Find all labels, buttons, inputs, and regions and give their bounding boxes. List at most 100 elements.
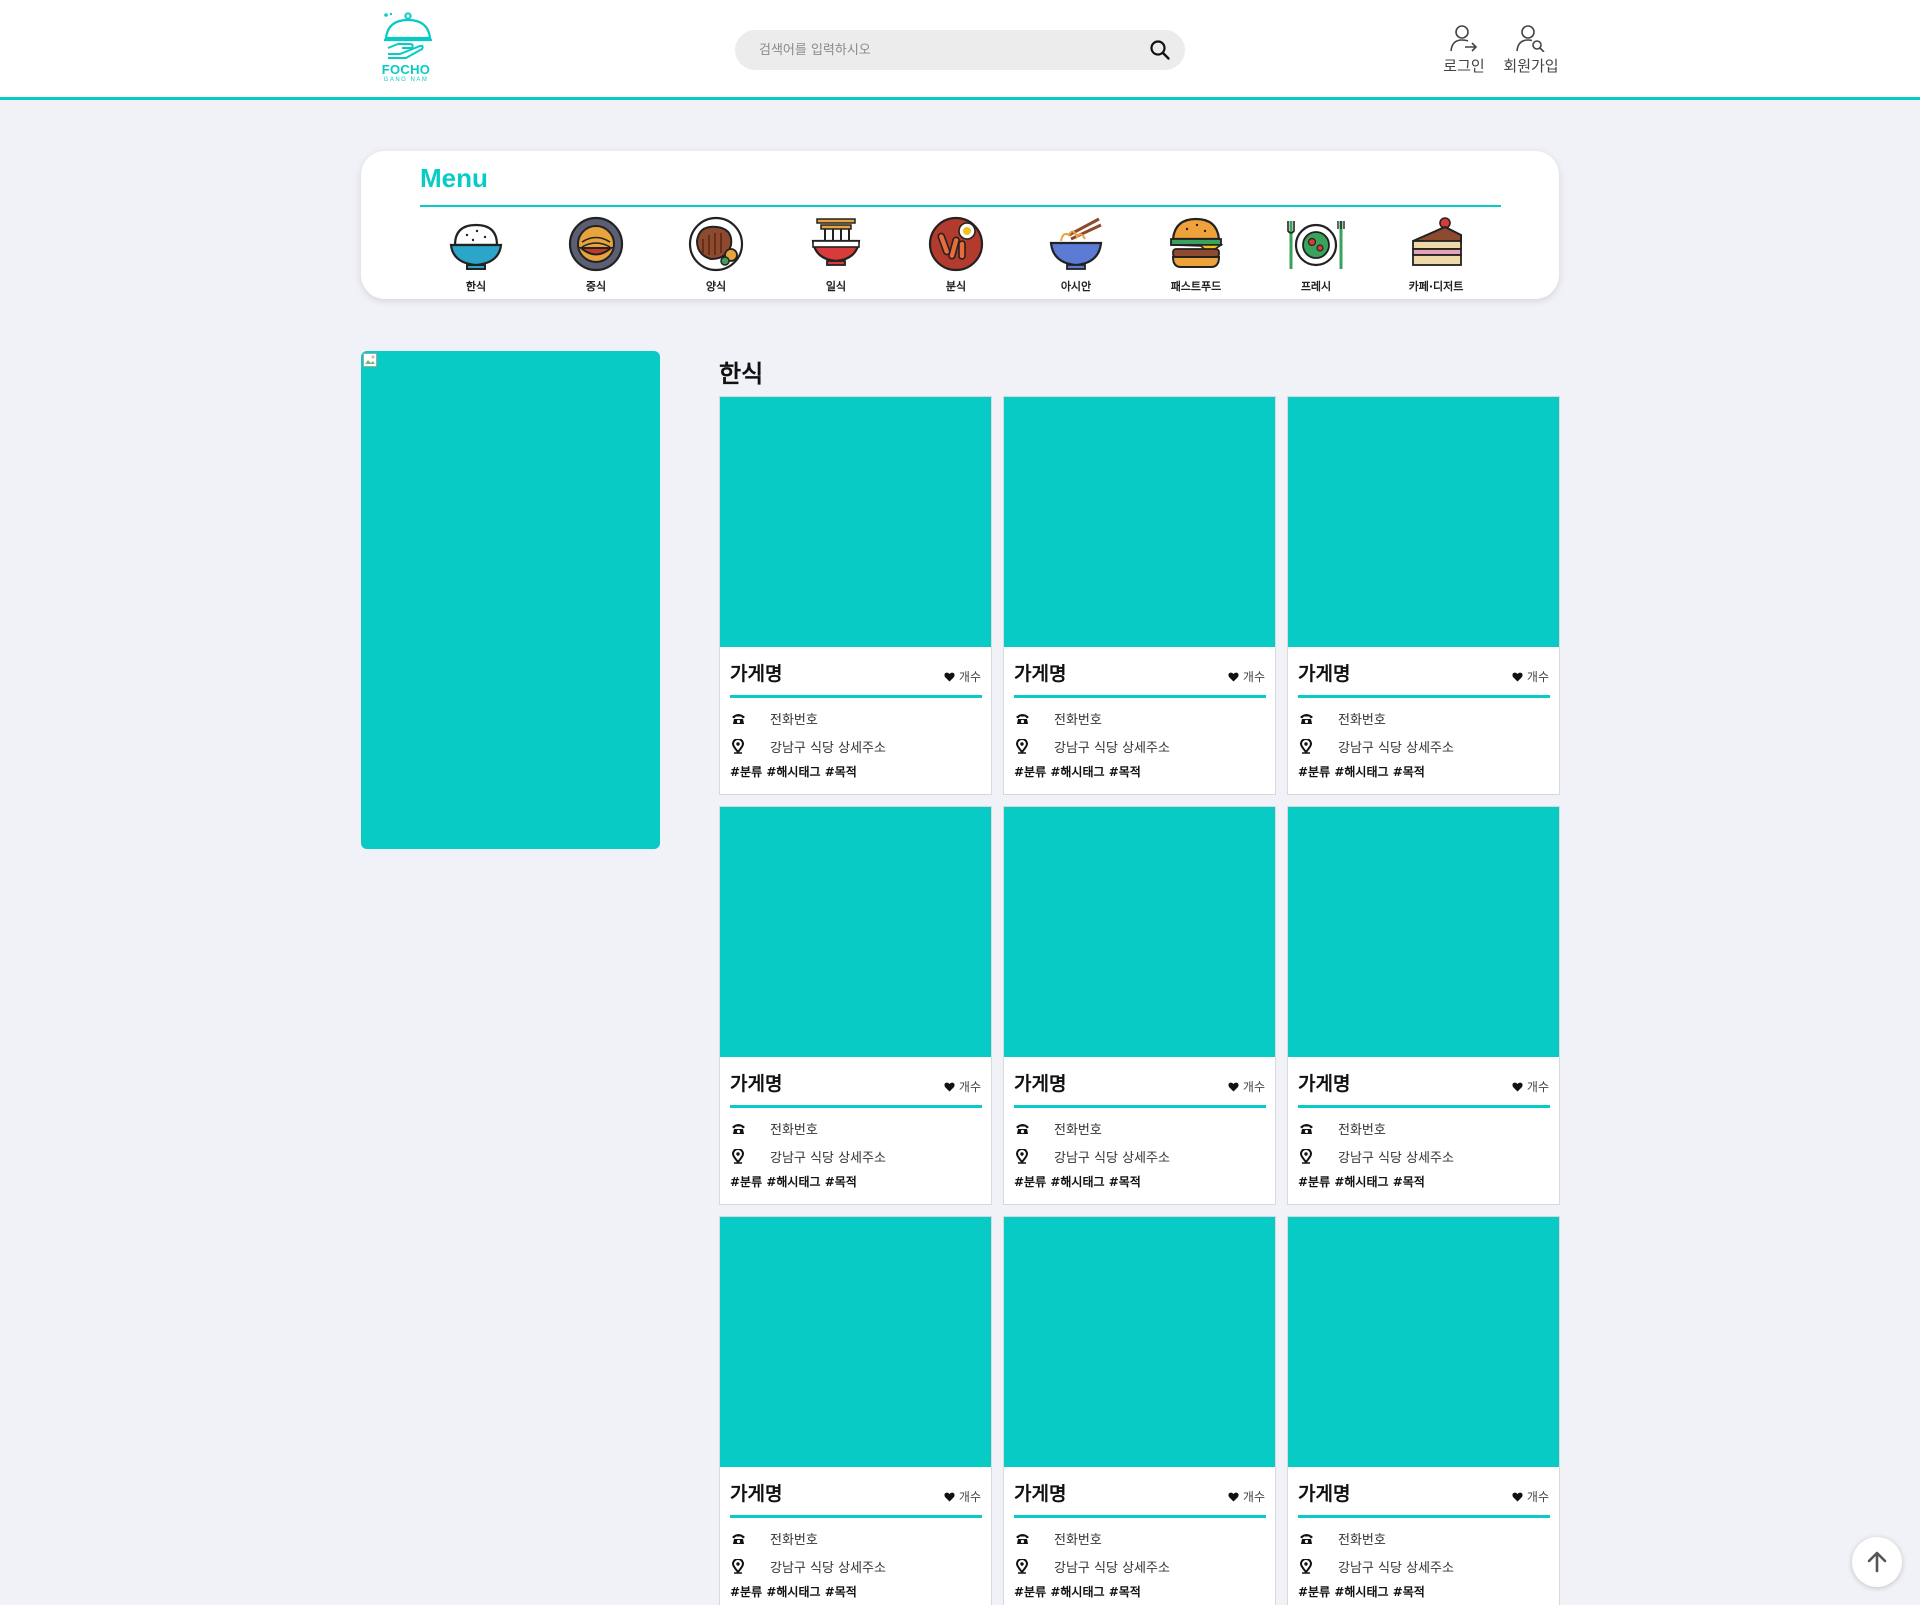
phone-icon <box>1015 714 1029 724</box>
like-count[interactable]: 개수 <box>944 1078 981 1095</box>
signup-label: 회원가입 <box>1503 57 1559 75</box>
card-divider <box>730 695 982 698</box>
menu-divider <box>420 205 1501 207</box>
menu-item-japanese[interactable]: 일식 <box>786 215 886 294</box>
menu-item-asian[interactable]: 아시안 <box>1026 215 1126 294</box>
restaurant-card[interactable]: 가게명 개수 전화번호 강남구 식당 상세주소 #분류 #해시태그 #목적 <box>719 1216 992 1605</box>
like-count[interactable]: 개수 <box>1512 668 1549 685</box>
restaurant-tags: #분류 #해시태그 #목적 <box>730 1585 857 1599</box>
restaurant-name: 가게명 <box>730 1483 783 1505</box>
like-count-label: 개수 <box>1526 1080 1549 1094</box>
restaurant-card[interactable]: 가게명 개수 전화번호 강남구 식당 상세주소 #분류 #해시태그 #목적 <box>1003 806 1276 1205</box>
like-count[interactable]: 개수 <box>944 668 981 685</box>
restaurant-card[interactable]: 가게명 개수 전화번호 강남구 식당 상세주소 #분류 #해시태그 #목적 <box>719 806 992 1205</box>
card-divider <box>1298 1105 1550 1108</box>
like-count-label: 개수 <box>1242 1080 1265 1094</box>
login-button[interactable]: 로그인 <box>1441 24 1487 76</box>
logo[interactable]: FOCHO GANG NAM <box>376 10 436 92</box>
restaurant-name: 가게명 <box>1298 663 1351 685</box>
restaurant-phone: 전화번호 <box>770 1533 818 1548</box>
phone-icon <box>731 1534 745 1544</box>
cake-icon <box>1412 217 1462 266</box>
heart-icon <box>1512 1492 1523 1501</box>
menu-label-korean: 한식 <box>465 280 487 293</box>
like-count[interactable]: 개수 <box>1228 1078 1265 1095</box>
restaurant-card[interactable]: 가게명 개수 전화번호 강남구 식당 상세주소 #분류 #해시태그 #목적 <box>1003 396 1276 795</box>
logo-title: FOCHO <box>381 62 431 77</box>
restaurant-card[interactable]: 가게명 개수 전화번호 강남구 식당 상세주소 #분류 #해시태그 #목적 <box>1287 1216 1560 1605</box>
restaurant-address: 강남구 식당 상세주소 <box>770 1561 886 1576</box>
phone-icon <box>1299 714 1313 724</box>
cloche-logo-icon <box>384 12 432 59</box>
restaurant-image <box>1288 807 1559 1057</box>
like-count-label: 개수 <box>958 1080 981 1094</box>
heart-icon <box>1228 1492 1239 1501</box>
phone-icon <box>731 714 745 724</box>
phone-icon <box>1299 1534 1313 1544</box>
menu-item-fastfood[interactable]: 패스트푸드 <box>1146 215 1246 294</box>
restaurant-card[interactable]: 가게명 개수 전화번호 강남구 식당 상세주소 #분류 #해시태그 #목적 <box>719 396 992 795</box>
restaurant-phone: 전화번호 <box>1338 1123 1386 1138</box>
location-pin-icon <box>732 1559 744 1574</box>
heart-icon <box>1228 1082 1239 1091</box>
restaurant-phone: 전화번호 <box>1054 713 1102 728</box>
card-divider <box>1014 1515 1266 1518</box>
restaurant-card[interactable]: 가게명 개수 전화번호 강남구 식당 상세주소 #분류 #해시태그 #목적 <box>1287 806 1560 1205</box>
heart-icon <box>1512 672 1523 681</box>
location-pin-icon <box>1016 1149 1028 1164</box>
restaurant-image <box>720 397 991 647</box>
card-divider <box>1298 1515 1550 1518</box>
like-count[interactable]: 개수 <box>1228 668 1265 685</box>
menu-label-fastfood: 패스트푸드 <box>1170 280 1222 293</box>
restaurant-image <box>1004 397 1275 647</box>
like-count-label: 개수 <box>1242 670 1265 684</box>
restaurant-name: 가게명 <box>730 1073 783 1095</box>
restaurant-tags: #분류 #해시태그 #목적 <box>1298 1585 1425 1599</box>
menu-item-korean[interactable]: 한식 <box>426 215 526 294</box>
like-count-label: 개수 <box>1526 1490 1549 1504</box>
location-pin-icon <box>1016 1559 1028 1574</box>
heart-icon <box>944 1492 955 1501</box>
card-divider <box>730 1515 982 1518</box>
restaurant-address: 강남구 식당 상세주소 <box>1338 741 1454 756</box>
menu-item-western[interactable]: 양식 <box>666 215 766 294</box>
restaurant-card[interactable]: 가게명 개수 전화번호 강남구 식당 상세주소 #분류 #해시태그 #목적 <box>1287 396 1560 795</box>
restaurant-phone: 전화번호 <box>1054 1533 1102 1548</box>
like-count-label: 개수 <box>958 670 981 684</box>
menu-item-cafe-dessert[interactable]: 카페·디저트 <box>1386 215 1486 294</box>
user-search-icon <box>1516 25 1545 52</box>
heart-icon <box>944 1082 955 1091</box>
like-count-label: 개수 <box>1526 670 1549 684</box>
scroll-to-top-button[interactable] <box>1852 1537 1902 1587</box>
like-count[interactable]: 개수 <box>944 1488 981 1505</box>
tteokbokki-icon <box>928 216 984 272</box>
broken-image-icon <box>363 353 377 367</box>
menu-item-chinese[interactable]: 중식 <box>546 215 646 294</box>
like-count-label: 개수 <box>958 1490 981 1504</box>
signup-button[interactable]: 회원가입 <box>1500 24 1562 76</box>
menu-label-fresh: 프레시 <box>1300 280 1332 293</box>
heart-icon <box>1512 1082 1523 1091</box>
restaurant-tags: #분류 #해시태그 #목적 <box>1298 765 1425 779</box>
menu-item-fresh[interactable]: 프레시 <box>1266 215 1366 294</box>
card-divider <box>1298 695 1550 698</box>
tempura-udon-icon <box>811 218 861 266</box>
burger-icon <box>1170 217 1224 268</box>
like-count[interactable]: 개수 <box>1228 1488 1265 1505</box>
sidebar-banner-image[interactable] <box>361 351 660 849</box>
restaurant-card[interactable]: 가게명 개수 전화번호 강남구 식당 상세주소 #분류 #해시태그 #목적 <box>1003 1216 1276 1605</box>
restaurant-address: 강남구 식당 상세주소 <box>1054 1561 1170 1576</box>
restaurant-tags: #분류 #해시태그 #목적 <box>1014 1585 1141 1599</box>
location-pin-icon <box>732 1149 744 1164</box>
phone-icon <box>1015 1534 1029 1544</box>
restaurant-address: 강남구 식당 상세주소 <box>1054 741 1170 756</box>
search-input[interactable] <box>759 40 1119 60</box>
like-count[interactable]: 개수 <box>1512 1078 1549 1095</box>
menu-item-snack[interactable]: 분식 <box>906 215 1006 294</box>
restaurant-phone: 전화번호 <box>770 1123 818 1138</box>
like-count[interactable]: 개수 <box>1512 1488 1549 1505</box>
menu-label-chinese: 중식 <box>585 280 607 293</box>
noodle-bowl-icon <box>1049 217 1103 270</box>
menu-label-snack: 분식 <box>945 280 967 293</box>
search-icon[interactable] <box>1149 39 1171 61</box>
